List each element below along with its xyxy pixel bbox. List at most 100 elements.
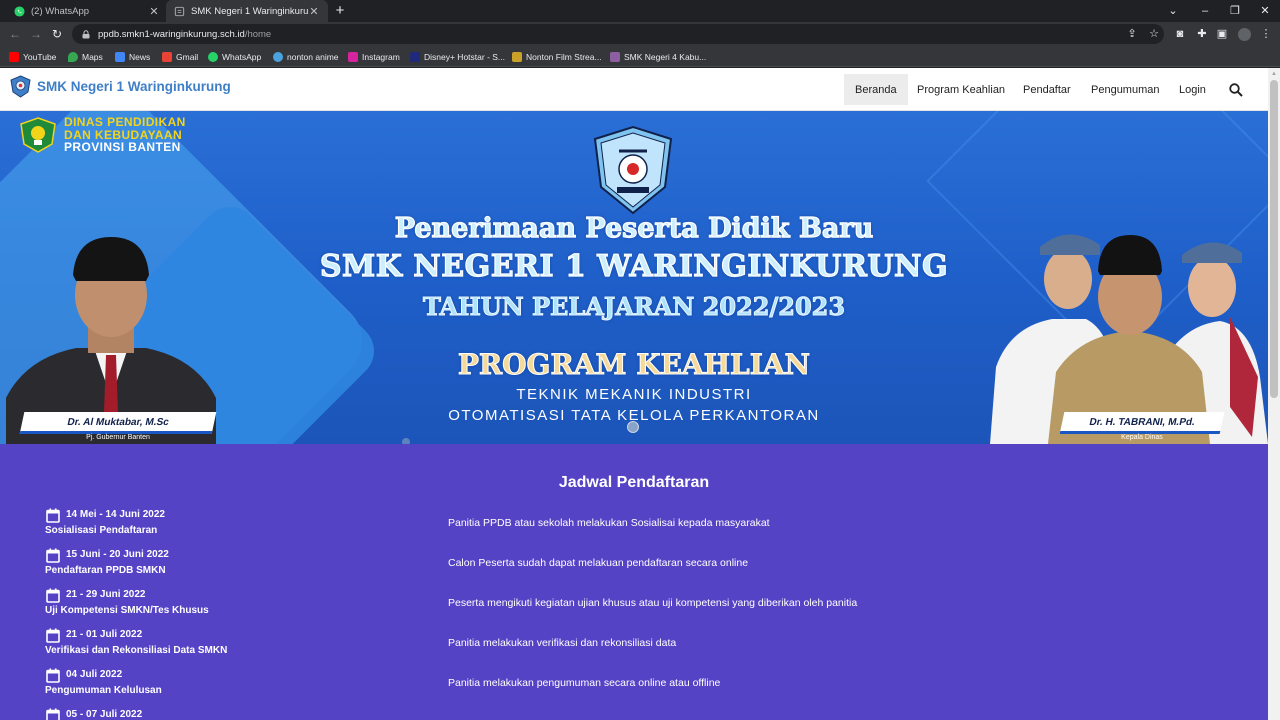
bookmark-label: Maps xyxy=(82,51,103,62)
nav-pendaftar[interactable]: Pendaftar xyxy=(1012,74,1082,105)
school-icon xyxy=(610,51,620,62)
nav-label: Program Keahlian xyxy=(917,83,1006,96)
brand-link[interactable]: SMK Negeri 1 Waringinkurung xyxy=(10,75,231,98)
schedule-title: Jadwal Pendaftaran xyxy=(558,474,710,491)
tab-label: SMK Negeri 1 Waringinkurung xyxy=(191,5,308,17)
page-icon xyxy=(174,6,185,16)
left-official-role: Pj. Gubernur Banten xyxy=(86,434,150,441)
film-icon xyxy=(512,51,522,62)
disney-icon xyxy=(410,51,420,62)
bookmark-label: nonton anime xyxy=(287,51,339,62)
schedule-row: 05 - 07 Juli 2022 xyxy=(0,708,1268,720)
schedule-row: 15 Juni - 20 Juni 2022 Pendaftaran PPDB … xyxy=(0,548,1268,588)
tab-search-icon[interactable]: ⌄ xyxy=(1158,0,1188,22)
bookmark-label: News xyxy=(129,51,151,62)
schedule-date: 21 - 29 Juni 2022 xyxy=(66,589,146,600)
bookmark-label: Gmail xyxy=(176,51,199,62)
restore-button[interactable]: ❐ xyxy=(1220,0,1250,22)
minimize-button[interactable]: – xyxy=(1190,0,1220,22)
new-tab-button[interactable]: + xyxy=(331,2,349,20)
schedule-date: 21 - 01 Juli 2022 xyxy=(66,629,143,640)
youtube-icon xyxy=(9,51,19,62)
side-panel-icon[interactable]: ▣ xyxy=(1214,26,1230,42)
bookmark-youtube[interactable]: YouTube xyxy=(9,46,56,67)
schedule-description: Peserta mengikuti kegiatan ujian khusus … xyxy=(448,597,858,609)
bookmark-nonton-film[interactable]: Nonton Film Strea... xyxy=(512,46,602,67)
whatsapp-icon xyxy=(208,51,218,62)
scroll-thumb[interactable] xyxy=(1270,80,1278,398)
share-icon[interactable]: ⇪ xyxy=(1124,26,1140,42)
schedule-section: Jadwal Pendaftaran 14 Mei - 14 Juni 2022… xyxy=(0,444,1268,720)
left-official-name: Dr. Al Muktabar, M.Sc xyxy=(19,412,217,434)
nav-program-keahlian[interactable]: Program Keahlian xyxy=(906,74,1016,105)
reload-button[interactable]: ↻ xyxy=(48,25,66,43)
back-button[interactable]: ← xyxy=(6,25,24,43)
bookmark-instagram[interactable]: Instagram xyxy=(348,46,400,67)
schedule-row: 21 - 29 Juni 2022 Uji Kompetensi SMKN/Te… xyxy=(0,588,1268,628)
extension-icon[interactable]: ◙ xyxy=(1172,26,1188,42)
address-bar[interactable]: ppdb.smkn1-waringinkurung.sch.id/home xyxy=(72,24,1164,44)
banten-emblem-icon xyxy=(20,117,56,153)
nav-login[interactable]: Login xyxy=(1168,74,1217,105)
web-page: SMK Negeri 1 Waringinkurung Beranda Prog… xyxy=(0,68,1268,720)
url-path: /home xyxy=(244,28,272,40)
bookmark-maps[interactable]: Maps xyxy=(68,46,103,67)
gmail-icon xyxy=(162,51,172,62)
bookmark-label: Disney+ Hotstar - S... xyxy=(424,51,506,62)
tab-whatsapp[interactable]: (2) WhatsApp ✕ xyxy=(6,0,168,22)
bookmark-label: Instagram xyxy=(362,51,400,62)
right-official-name: Dr. H. TABRANI, M.Pd. xyxy=(1059,412,1225,434)
hero-banner[interactable]: DINAS PENDIDIKAN DAN KEBUDAYAAN PROVINSI… xyxy=(0,111,1268,444)
bookmark-news[interactable]: News xyxy=(115,46,150,67)
schedule-date: 05 - 07 Juli 2022 xyxy=(66,709,143,720)
nav-beranda[interactable]: Beranda xyxy=(844,74,908,105)
search-icon[interactable] xyxy=(1228,82,1244,98)
program-1: TEKNIK MEKANIK INDUSTRI xyxy=(516,386,752,403)
bookmark-star-icon[interactable]: ☆ xyxy=(1146,26,1162,42)
bookmark-whatsapp[interactable]: WhatsApp xyxy=(208,46,261,67)
calendar-icon xyxy=(46,668,60,683)
page-scrollbar[interactable]: ▲ xyxy=(1268,68,1280,720)
right-official-role: Kepala Dinas xyxy=(1121,434,1163,441)
browser-tab-strip: (2) WhatsApp ✕ SMK Negeri 1 Waringinkuru… xyxy=(0,0,1280,22)
schedule-date: 04 Juli 2022 xyxy=(66,669,123,680)
globe-icon xyxy=(273,51,283,62)
menu-icon[interactable]: ⋮ xyxy=(1258,26,1274,42)
schedule-label: Verifikasi dan Rekonsiliasi Data SMKN xyxy=(45,645,228,656)
bookmark-label: WhatsApp xyxy=(222,51,262,62)
bookmark-label: YouTube xyxy=(23,51,57,62)
tab-smk-negeri[interactable]: SMK Negeri 1 Waringinkurung ✕ xyxy=(166,0,328,22)
bookmarks-bar: YouTube Maps News Gmail WhatsApp nonton … xyxy=(0,46,1280,67)
close-tab-icon[interactable]: ✕ xyxy=(148,5,160,18)
brand-name: SMK Negeri 1 Waringinkurung xyxy=(37,79,231,94)
url-host: ppdb.smkn1-waringinkurung.sch.id xyxy=(98,28,245,40)
hero-heading-2: SMK NEGERI 1 WARINGINKURUNG xyxy=(319,248,949,284)
schedule-description: Panitia melakukan pengumuman secara onli… xyxy=(448,677,721,689)
scroll-up-arrow-icon[interactable]: ▲ xyxy=(1268,68,1280,80)
carousel-indicator[interactable] xyxy=(627,421,639,433)
bookmark-disney-hotstar[interactable]: Disney+ Hotstar - S... xyxy=(410,46,505,67)
calendar-icon xyxy=(46,708,60,720)
school-logo-icon xyxy=(10,75,31,98)
hero-heading-1: Penerimaan Peserta Didik Baru xyxy=(394,212,874,244)
calendar-icon xyxy=(46,628,60,643)
close-window-button[interactable]: ✕ xyxy=(1250,0,1280,22)
agency-block: DINAS PENDIDIKAN DAN KEBUDAYAAN PROVINSI… xyxy=(18,116,186,154)
maps-icon xyxy=(68,51,78,62)
schedule-date: 15 Juni - 20 Juni 2022 xyxy=(66,549,169,560)
calendar-icon xyxy=(46,588,60,603)
browser-toolbar: ← → ↻ ppdb.smkn1-waringinkurung.sch.id/h… xyxy=(0,22,1280,46)
bookmark-smk-negeri-4[interactable]: SMK Negeri 4 Kabu... xyxy=(610,46,706,67)
bookmark-gmail[interactable]: Gmail xyxy=(162,46,198,67)
forward-button[interactable]: → xyxy=(27,25,45,43)
bookmark-nonton-anime[interactable]: nonton anime xyxy=(273,46,339,67)
program-title: PROGRAM KEAHLIAN xyxy=(457,348,811,382)
puzzle-icon[interactable]: ✚ xyxy=(1194,26,1210,42)
bookmark-label: Nonton Film Strea... xyxy=(526,51,602,62)
schedule-description: Calon Peserta sudah dapat melakuan penda… xyxy=(448,557,749,569)
schedule-row: 04 Juli 2022 Pengumuman Kelulusan Paniti… xyxy=(0,668,1268,708)
close-tab-icon[interactable]: ✕ xyxy=(308,5,320,18)
nav-label: Login xyxy=(1179,83,1206,96)
profile-avatar[interactable] xyxy=(1236,26,1252,42)
nav-pengumuman[interactable]: Pengumuman xyxy=(1080,74,1171,105)
